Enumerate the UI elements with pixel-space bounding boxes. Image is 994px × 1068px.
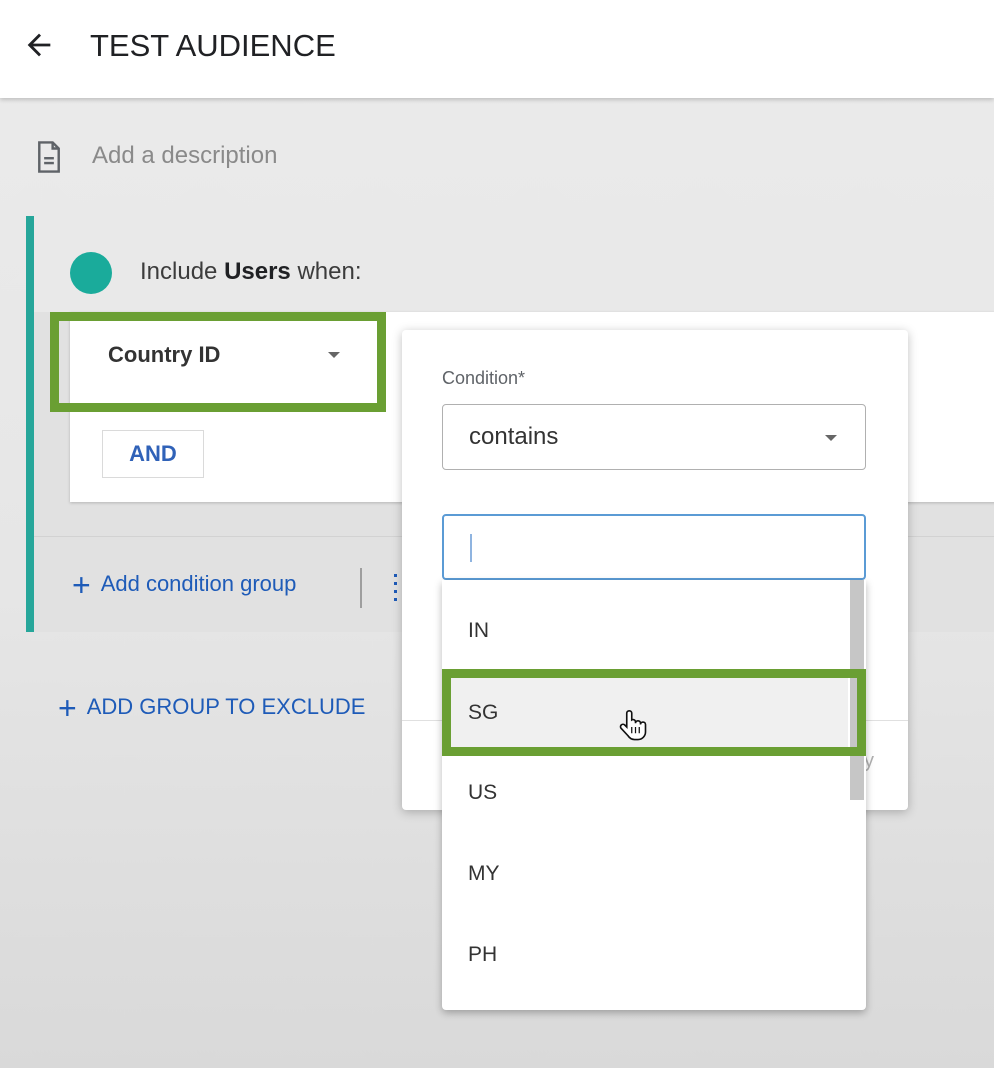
group-status-dot [70,252,112,294]
dimension-label: Country ID [108,342,221,367]
option-label: SG [468,701,499,724]
option-us[interactable]: US [442,755,848,835]
include-prefix: Include [140,258,218,285]
plus-icon: + [72,567,91,604]
value-input[interactable] [442,514,866,580]
text-cursor [470,534,472,562]
and-button[interactable]: AND [102,430,204,478]
option-label: PH [468,943,498,966]
document-icon [38,141,60,173]
option-label: IN [468,619,489,642]
app-header: TEST AUDIENCE [0,0,994,98]
chevron-down-icon [328,352,340,358]
option-ph[interactable]: PH [442,917,848,997]
operator-select[interactable]: contains [442,404,866,470]
add-group-to-exclude-label: ADD GROUP TO EXCLUDE [86,694,366,719]
arrow-left-icon[interactable] [22,28,56,62]
option-in[interactable]: IN [442,593,848,673]
option-label: MY [468,862,500,885]
add-condition-group-button[interactable]: + Add condition group [72,568,296,601]
plus-icon: + [58,690,77,727]
condition-label: Condition* [442,368,526,388]
divider [360,568,362,608]
value-options-list: IN SG US MY PH [442,580,866,1010]
option-label: US [468,781,498,804]
group-header: Include Users when: [34,216,994,312]
page-title: TEST AUDIENCE [90,28,336,63]
option-sg[interactable]: SG [442,675,848,755]
option-my[interactable]: MY [442,836,848,916]
description-placeholder[interactable]: Add a description [92,140,277,172]
include-subject: Users [224,258,291,285]
include-users-label: Include Users when: [140,256,362,288]
chevron-down-icon [825,435,837,441]
add-group-to-exclude-button[interactable]: + ADD GROUP TO EXCLUDE [58,690,365,725]
add-condition-group-label: Add condition group [100,571,297,596]
operator-value: contains [469,423,559,450]
scrollbar[interactable] [850,580,864,800]
include-suffix: when: [297,258,362,285]
dimension-select[interactable]: Country ID [70,312,382,400]
